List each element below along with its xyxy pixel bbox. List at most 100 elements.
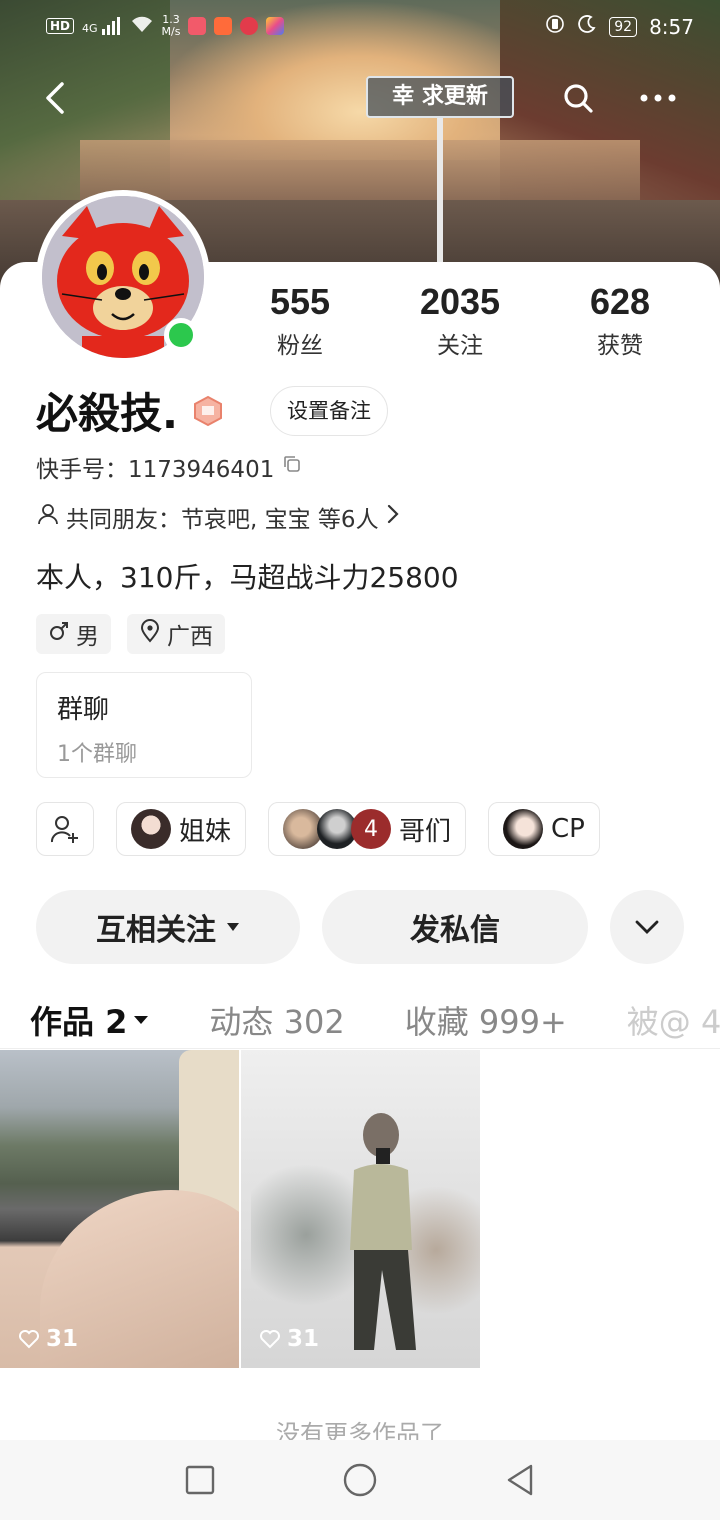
person-icon [36, 502, 60, 532]
profile-stats: 555 粉丝 2035 关注 628 获赞 [220, 282, 700, 360]
heart-icon [260, 1330, 280, 1349]
online-status-dot [164, 318, 198, 352]
level-badge-icon[interactable] [192, 395, 224, 427]
chevron-left-icon [46, 82, 64, 114]
caret-down-icon [227, 923, 239, 931]
circle-cp-label: CP [551, 814, 585, 844]
back-nav-button[interactable] [490, 1450, 550, 1510]
mutual-follow-label: 互相关注 [96, 913, 216, 948]
wifi-icon [130, 15, 154, 38]
stat-followers-label: 粉丝 [277, 333, 323, 359]
circle-avatar [131, 809, 171, 849]
post-thumbnail[interactable]: 31 [241, 1050, 480, 1368]
circle-extra-count: 4 [351, 809, 392, 849]
add-friend-button[interactable] [36, 802, 94, 856]
circle-avatar [503, 809, 544, 849]
circle-brothers-label: 哥们 [399, 816, 452, 847]
circle-sisters-label: 姐妹 [179, 816, 232, 847]
stat-following-label: 关注 [437, 333, 483, 359]
profile-bio: 本人，310斤，马超战斗力25800 [36, 561, 459, 594]
square-icon [185, 1465, 215, 1495]
status-bar: HD 4G 1.3 M/s 92 8:57 [0, 0, 720, 56]
circle-icon [343, 1463, 377, 1497]
app-notification-icon-4 [266, 17, 285, 35]
more-options-button[interactable] [636, 76, 680, 120]
mutual-friends-row[interactable]: 共同朋友：节哀吧, 宝宝 等6人 [36, 500, 401, 534]
stat-likes-label: 获赞 [597, 333, 643, 359]
posts-grid: 31 31 [0, 1050, 480, 1368]
circle-sisters[interactable]: 姐妹 [116, 802, 247, 856]
gender-tag-text: 男 [76, 624, 99, 650]
caret-down-icon [134, 1016, 149, 1024]
stat-followers-value: 555 [269, 281, 331, 322]
back-button[interactable] [34, 76, 78, 120]
signal-icon: 4G [82, 17, 122, 35]
group-chat-title: 群聊 [57, 695, 110, 725]
kuaishou-id-label: 快手号：1173946401 [36, 450, 274, 484]
stat-following[interactable]: 2035 关注 [380, 282, 540, 360]
stat-likes-value: 628 [589, 281, 651, 322]
circle-cp[interactable]: CP [488, 802, 600, 856]
profile-actions: 互相关注 发私信 [36, 890, 684, 964]
search-icon [564, 84, 593, 113]
post-likes-count: 31 [287, 1326, 320, 1352]
expand-recommend-button[interactable] [610, 890, 684, 964]
add-person-icon [51, 816, 78, 843]
content-tabs: 作品 2 动态 302 收藏 999+ 被@ 4 [30, 990, 720, 1050]
friend-circles: 姐妹 4 哥们 CP [36, 802, 600, 856]
send-message-button[interactable]: 发私信 [322, 890, 588, 964]
group-chat-subtitle: 1个群聊 [57, 742, 137, 767]
heart-icon [19, 1330, 39, 1349]
clock: 8:57 [649, 14, 694, 39]
post-likes-count: 31 [46, 1326, 79, 1352]
set-remark-button[interactable]: 设置备注 [269, 385, 388, 436]
tab-favorites[interactable]: 收藏 999+ [405, 990, 567, 1050]
recent-apps-button[interactable] [170, 1450, 230, 1510]
post-likes: 31 [259, 1326, 319, 1352]
triangle-back-icon [507, 1464, 533, 1496]
app-notification-icon-3 [240, 17, 259, 35]
profile-tags: 男 广西 [36, 614, 225, 654]
profile-name: 必殺技. [36, 389, 178, 438]
vibrate-icon [545, 14, 565, 39]
tab-moments[interactable]: 动态 302 [209, 990, 344, 1050]
mutual-follow-button[interactable]: 互相关注 [36, 890, 300, 964]
chevron-down-icon [635, 920, 659, 934]
more-dots-icon [640, 94, 676, 102]
app-notification-icon-2 [214, 17, 233, 35]
network-type-label: 4G [82, 22, 98, 35]
network-speed-unit: M/s [161, 25, 181, 38]
kuaishou-id-prefix: 快手号： [36, 457, 128, 483]
mutual-friends-text: 共同朋友：节哀吧, 宝宝 等6人 [66, 507, 379, 533]
system-nav-bar [0, 1440, 720, 1520]
battery-indicator: 92 [609, 16, 638, 37]
banner-sign-pole [437, 118, 443, 268]
stat-following-value: 2035 [419, 281, 501, 322]
kuaishou-id-row: 快手号：1173946401 [36, 450, 302, 484]
copy-icon[interactable] [282, 454, 302, 480]
moon-icon [577, 14, 597, 39]
network-speed: 1.3 M/s [162, 14, 181, 38]
tab-works[interactable]: 作品 2 [30, 990, 149, 1050]
post-likes: 31 [18, 1326, 78, 1352]
gender-tag: 男 [36, 614, 111, 654]
banner-building [80, 140, 640, 200]
kuaishou-id-value: 1173946401 [128, 457, 275, 483]
group-chat-card[interactable]: 群聊 1个群聊 [36, 672, 252, 778]
location-icon [139, 619, 161, 649]
home-button[interactable] [330, 1450, 390, 1510]
name-row: 必殺技. 设置备注 [36, 380, 388, 441]
location-tag-text: 广西 [167, 624, 213, 650]
hd-indicator: HD [46, 18, 75, 34]
circle-brothers[interactable]: 4 哥们 [268, 802, 467, 856]
search-button[interactable] [556, 76, 600, 120]
tab-mentions[interactable]: 被@ 4 [627, 990, 720, 1050]
app-notification-icon-1 [188, 17, 207, 35]
chevron-right-icon [385, 503, 401, 531]
stat-likes[interactable]: 628 获赞 [540, 282, 700, 360]
post-thumbnail[interactable]: 31 [0, 1050, 239, 1368]
stat-followers[interactable]: 555 粉丝 [220, 282, 380, 360]
male-icon [48, 620, 70, 648]
tabs-divider [0, 1048, 720, 1049]
tab-works-label: 作品 2 [30, 1003, 128, 1041]
